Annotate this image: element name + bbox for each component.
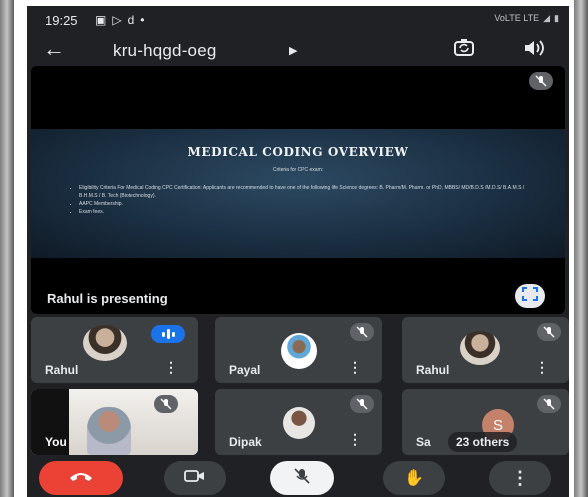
avatar [283,407,315,439]
more-vert-icon[interactable]: ⋮ [348,431,362,447]
cast-icon: ▷ [112,13,122,27]
phone-hangup-icon [68,469,94,488]
presentation-stage[interactable]: MEDICAL CODING OVERVIEW Criteria for CPC… [31,66,565,314]
signal-icon: ◢ [543,13,551,23]
mic-off-icon [537,323,561,341]
mic-off-icon [350,395,374,413]
message-icon: ▣ [95,13,107,27]
shared-slide: MEDICAL CODING OVERVIEW Criteria for CPC… [31,129,565,258]
slide-subtitle: Criteria for CPC exam: [272,167,324,173]
slide-bullets: Eligibility Criteria For Medical Coding … [71,184,531,216]
camera-toggle-button[interactable] [164,461,226,495]
meeting-code[interactable]: kru-hqgd-oeg [113,41,217,61]
hand-icon: ✋ [404,470,424,487]
status-bar: 19:25 ▣ ▷ d • VoLTE LTE ◢ ▮ [27,6,569,32]
mic-off-icon [293,467,311,490]
fullscreen-icon [522,286,538,306]
network-label: VoLTE LTE [494,13,540,23]
fullscreen-button[interactable] [515,284,545,308]
mic-off-icon [529,72,553,90]
slide-bullet: Eligibility Criteria For Medical Coding … [79,184,531,200]
participant-name: Rahul [45,363,79,377]
self-view-tile[interactable]: You [31,389,198,455]
switch-camera-icon[interactable] [453,38,475,63]
raise-hand-button[interactable]: ✋ [383,461,445,495]
status-letter: d [127,13,135,27]
participant-name: You [45,435,67,449]
status-time: 19:25 [45,13,78,28]
camera-off-icon [184,469,206,488]
battery-icon: ▮ [554,13,559,23]
participant-name: Rahul [416,363,450,377]
more-options-button[interactable]: ⋮ [489,461,551,495]
participant-tile[interactable]: Rahul ⋮ [31,317,198,383]
participant-tile[interactable]: Payal ⋮ [215,317,382,383]
participant-name: Payal [229,363,261,377]
speaking-indicator [151,325,185,343]
participant-name: Dipak [229,435,262,449]
slide-bullet: AAPC Membership. [79,200,531,208]
participant-name: Sa [416,435,431,449]
mic-off-icon [154,395,178,413]
call-header: ← kru-hqgd-oeg ▶ [27,32,569,70]
slide-bullet: Exam fees. [79,208,531,216]
network-indicators: VoLTE LTE ◢ ▮ [494,13,559,24]
status-dot: • [140,13,145,27]
more-vert-icon[interactable]: ⋮ [348,359,362,375]
meet-call-screen: 19:25 ▣ ▷ d • VoLTE LTE ◢ ▮ ← kru-hqgd-o… [27,6,569,497]
more-vert-icon: ⋮ [511,467,529,488]
arrow-back-icon[interactable]: ← [43,36,65,62]
mic-off-icon [350,323,374,341]
participant-tile[interactable]: Rahul ⋮ [402,317,569,383]
more-vert-icon[interactable]: ⋮ [535,359,549,375]
call-controls: ✋ ⋮ [27,458,569,497]
participant-tile-others[interactable]: S Sa 23 others [402,389,569,455]
avatar [281,333,317,369]
presenter-label: Rahul is presenting [47,291,168,306]
avatar [460,331,500,365]
avatar [83,325,127,361]
mic-toggle-button[interactable] [270,461,334,495]
others-count[interactable]: 23 others [448,432,518,452]
meeting-info-caret-icon[interactable]: ▶ [289,44,297,57]
participant-tile[interactable]: Dipak ⋮ [215,389,382,455]
speaker-icon[interactable] [523,39,545,62]
more-vert-icon[interactable]: ⋮ [164,359,178,375]
self-video [87,407,131,455]
status-indicators: ▣ ▷ d • [95,13,144,27]
slide-title: MEDICAL CODING OVERVIEW [187,145,409,159]
mic-off-icon [537,395,561,413]
end-call-button[interactable] [39,461,123,495]
